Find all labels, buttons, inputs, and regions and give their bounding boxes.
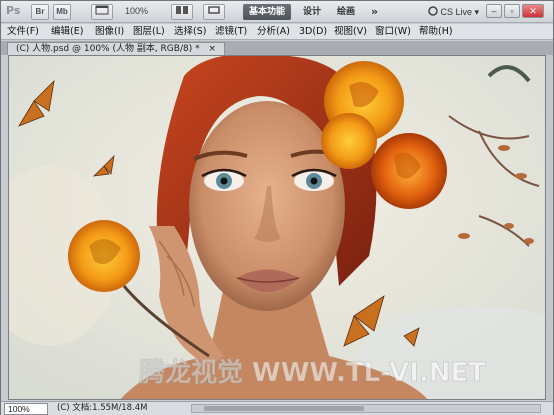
minimize-button[interactable]: – xyxy=(486,4,502,18)
horizontal-scrollbar[interactable] xyxy=(191,404,541,413)
view-extras-icon xyxy=(95,5,109,15)
screen-mode-icon xyxy=(208,6,220,14)
document-tab-bar: (C) 人物.psd @ 100% (人物 副本, RGB/8) * × xyxy=(1,41,553,55)
scrollbar-thumb[interactable] xyxy=(204,406,364,411)
view-extras-button[interactable] xyxy=(91,4,113,20)
workspace-more-button[interactable]: » xyxy=(365,4,384,20)
application-bar: Ps Br Mb 100% 基本功能 设计 绘画 » CS Live ▾ – ▫… xyxy=(1,1,553,23)
vertical-scrollbar[interactable] xyxy=(546,55,553,400)
document-canvas[interactable]: 腾龙视觉 WWW.TL-VI.NET xyxy=(8,55,546,400)
status-zoom-field[interactable]: 100% xyxy=(4,403,48,415)
menu-bar: 文件(F) 编辑(E) 图像(I) 图层(L) 选择(S) 滤镜(T) 分析(A… xyxy=(1,24,553,40)
workspace-painting[interactable]: 绘画 xyxy=(331,4,361,20)
mini-bridge-button[interactable]: Mb xyxy=(53,4,71,20)
menu-3d[interactable]: 3D(D) xyxy=(299,25,327,39)
menu-view[interactable]: 视图(V) xyxy=(334,25,367,39)
document-tab-label: (C) 人物.psd @ 100% (人物 副本, RGB/8) * xyxy=(16,44,200,54)
workspace-essentials[interactable]: 基本功能 xyxy=(243,4,292,20)
artwork-image: 腾龙视觉 WWW.TL-VI.NET xyxy=(9,56,545,399)
watermark-text: 腾龙视觉 WWW.TL-VI.NET xyxy=(139,358,486,388)
document-tab[interactable]: (C) 人物.psd @ 100% (人物 副本, RGB/8) * × xyxy=(7,42,226,55)
close-window-button[interactable]: ✕ xyxy=(522,4,544,18)
workspace-design[interactable]: 设计 xyxy=(297,4,327,20)
maximize-button[interactable]: ▫ xyxy=(504,4,520,18)
menu-filter[interactable]: 滤镜(T) xyxy=(215,25,247,39)
cs-live-button[interactable]: CS Live ▾ xyxy=(428,4,479,20)
screen-mode-button[interactable] xyxy=(203,4,225,20)
bridge-button[interactable]: Br xyxy=(31,4,49,20)
menu-select[interactable]: 选择(S) xyxy=(174,25,206,39)
document-close-icon[interactable]: × xyxy=(208,44,216,54)
arrange-documents-icon xyxy=(176,6,188,14)
cs-live-icon xyxy=(428,6,438,16)
zoom-level-select[interactable]: 100% xyxy=(125,6,148,16)
photoshop-logo: Ps xyxy=(6,4,21,17)
menu-file[interactable]: 文件(F) xyxy=(7,25,39,39)
menu-help[interactable]: 帮助(H) xyxy=(419,25,453,39)
menu-image[interactable]: 图像(I) xyxy=(95,25,124,39)
menu-layer[interactable]: 图层(L) xyxy=(133,25,165,39)
menu-window[interactable]: 窗口(W) xyxy=(375,25,411,39)
menu-analysis[interactable]: 分析(A) xyxy=(257,25,290,39)
cs-live-label: CS Live xyxy=(440,7,473,17)
photoshop-window: Ps Br Mb 100% 基本功能 设计 绘画 » CS Live ▾ – ▫… xyxy=(0,0,554,415)
status-bar: 100% (C) 文档:1.55M/18.4M xyxy=(1,401,553,415)
document-size-info[interactable]: (C) 文档:1.55M/18.4M xyxy=(57,402,148,415)
menu-edit[interactable]: 编辑(E) xyxy=(51,25,83,39)
arrange-documents-button[interactable] xyxy=(171,4,193,20)
